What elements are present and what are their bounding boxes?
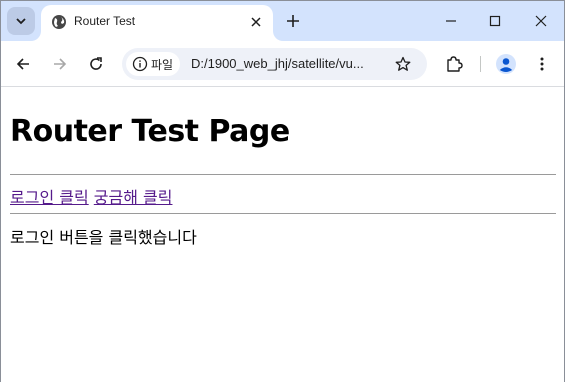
globe-icon [52,15,66,29]
divider-bottom [10,213,556,214]
url-text[interactable]: D:/1900_web_jhj/satellite/vu... [191,56,364,71]
minimize-icon [446,20,456,22]
forward-button[interactable] [48,52,72,76]
site-info-chip[interactable]: 파일 [126,52,180,76]
arrow-right-icon [54,58,67,70]
minimize-button[interactable] [439,9,463,33]
close-icon [251,17,261,27]
address-bar[interactable]: 파일 D:/1900_web_jhj/satellite/vu... [122,48,427,80]
plus-icon [287,15,299,27]
page-title: Router Test Page [10,114,290,149]
close-icon [535,15,547,27]
puzzle-icon [447,56,463,72]
tab-router-test[interactable]: Router Test [41,5,273,41]
menu-button[interactable] [530,52,554,76]
site-info-label: 파일 [151,58,174,72]
bookmark-button[interactable] [393,54,413,74]
maximize-button[interactable] [483,9,507,33]
router-nav: 로그인 클릭 궁금해 클릭 [10,184,172,208]
toolbar-separator [480,56,481,72]
tab-strip: Router Test [1,1,564,41]
new-tab-button[interactable] [283,11,303,31]
avatar-icon [496,54,516,74]
back-button[interactable] [11,52,35,76]
tab-title: Router Test [74,14,136,28]
maximize-icon [489,15,501,27]
chevron-down-icon [16,18,26,25]
router-view-message: 로그인 버튼을 클릭했습니다 [10,228,197,247]
star-icon [395,56,411,71]
window-close-button[interactable] [529,9,553,33]
divider-top [10,174,556,175]
reload-button[interactable] [84,52,108,76]
tab-close-button[interactable] [247,13,265,31]
browser-toolbar: 파일 D:/1900_web_jhj/satellite/vu... [1,41,564,87]
extensions-button[interactable] [442,52,466,76]
arrow-left-icon [16,58,29,70]
more-vert-icon [540,57,544,71]
curious-link[interactable]: 궁금해 클릭 [94,188,173,207]
browser-window: Router Test 파일 D:/1900_web_jhj/satellite… [0,0,565,382]
reload-icon [90,57,102,70]
page-content: Router Test Page 로그인 클릭 궁금해 클릭 로그인 버튼을 클… [1,88,564,382]
profile-button[interactable] [494,52,518,76]
login-link[interactable]: 로그인 클릭 [10,188,89,207]
info-icon [132,56,148,72]
